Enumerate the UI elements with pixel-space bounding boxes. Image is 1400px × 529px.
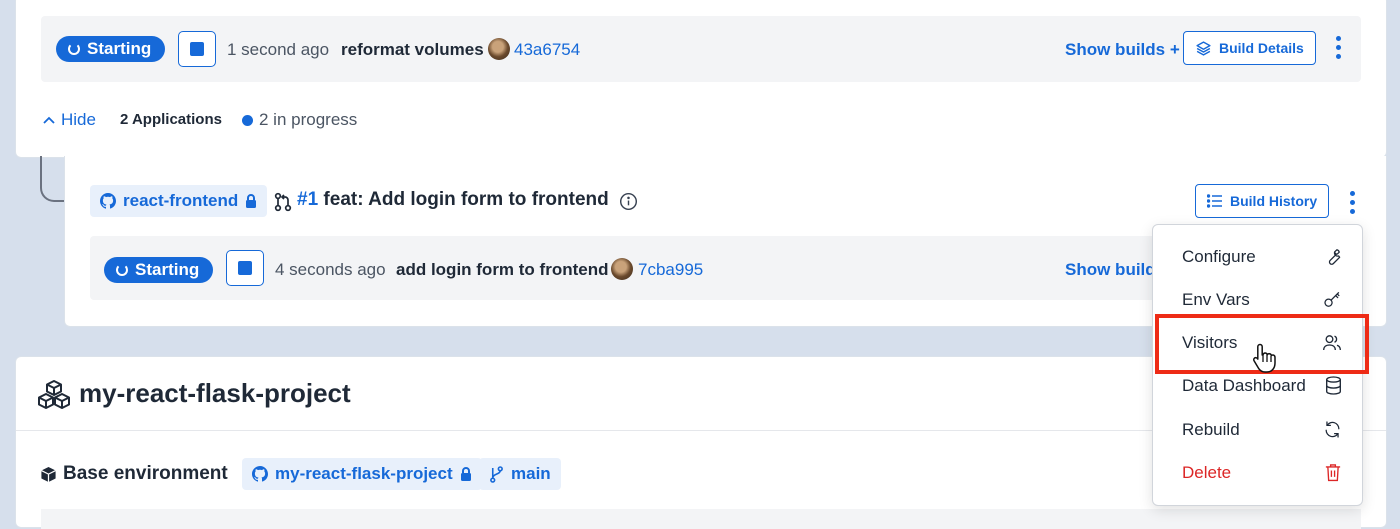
avatar: [488, 38, 510, 60]
chevron-up-icon: [43, 116, 55, 124]
applications-count: 2 Applications: [120, 111, 222, 128]
lock-icon: [246, 194, 257, 208]
base-environment-label: Base environment: [63, 463, 228, 484]
project-repo-chip[interactable]: my-react-flask-project: [242, 458, 482, 490]
hide-applications-button[interactable]: Hide: [43, 110, 96, 130]
key-icon: [1324, 291, 1340, 307]
stop-build-button[interactable]: [226, 250, 264, 286]
stop-icon: [238, 261, 252, 275]
info-icon[interactable]: [619, 192, 638, 211]
show-builds-button[interactable]: Show build: [1065, 260, 1156, 280]
commit-link[interactable]: 43a6754: [514, 40, 580, 60]
pull-request-icon: [274, 192, 292, 212]
status-badge: Starting: [104, 257, 214, 283]
menu-item-configure[interactable]: Configure: [1153, 235, 1362, 278]
more-options-button[interactable]: [1335, 36, 1341, 59]
database-icon: [1326, 376, 1341, 395]
build-time: 4 seconds ago: [275, 260, 386, 279]
environment-card: Starting 1 second ago reformat volumes 4…: [15, 0, 1387, 158]
github-icon: [252, 466, 268, 482]
build-details-button[interactable]: Build Details: [1183, 31, 1316, 65]
pull-request-title[interactable]: #1 feat: Add login form to frontend: [297, 189, 609, 211]
commit-message: add login form to frontend: [396, 260, 609, 279]
hand-cursor-icon: [1253, 343, 1276, 373]
menu-item-delete[interactable]: Delete: [1153, 451, 1362, 494]
list-icon: [1207, 194, 1222, 208]
trash-icon: [1325, 464, 1341, 482]
build-history-button[interactable]: Build History: [1195, 184, 1330, 218]
refresh-icon: [1325, 421, 1340, 438]
build-row: Starting 1 second ago reformat volumes 4…: [41, 16, 1361, 82]
branch-chip[interactable]: main: [479, 458, 561, 490]
spinner-icon: [68, 43, 80, 55]
cube-icon: [41, 466, 56, 483]
show-builds-button[interactable]: Show builds +: [1065, 40, 1180, 60]
repo-chip[interactable]: react-frontend: [90, 185, 268, 217]
menu-item-rebuild[interactable]: Rebuild: [1153, 408, 1362, 451]
lock-icon: [460, 467, 471, 481]
status-dot-icon: [242, 114, 253, 126]
project-title: my-react-flask-project: [79, 378, 351, 408]
build-row: [41, 509, 1361, 529]
stop-icon: [190, 42, 204, 56]
commit-link[interactable]: 7cba995: [638, 260, 703, 280]
status-badge: Starting: [56, 36, 166, 62]
branch-icon: [490, 465, 503, 483]
build-time: 1 second ago: [227, 40, 330, 59]
stop-build-button[interactable]: [178, 31, 216, 67]
spinner-icon: [116, 264, 128, 276]
github-icon: [100, 193, 116, 209]
cubes-icon: [38, 380, 70, 409]
commit-message: reformat volumes: [341, 40, 484, 59]
app-more-options-button[interactable]: [1349, 191, 1355, 214]
avatar: [611, 258, 633, 280]
layers-icon: [1196, 40, 1211, 56]
in-progress-status: 2 in progress: [242, 110, 357, 130]
wrench-icon: [1328, 249, 1341, 265]
